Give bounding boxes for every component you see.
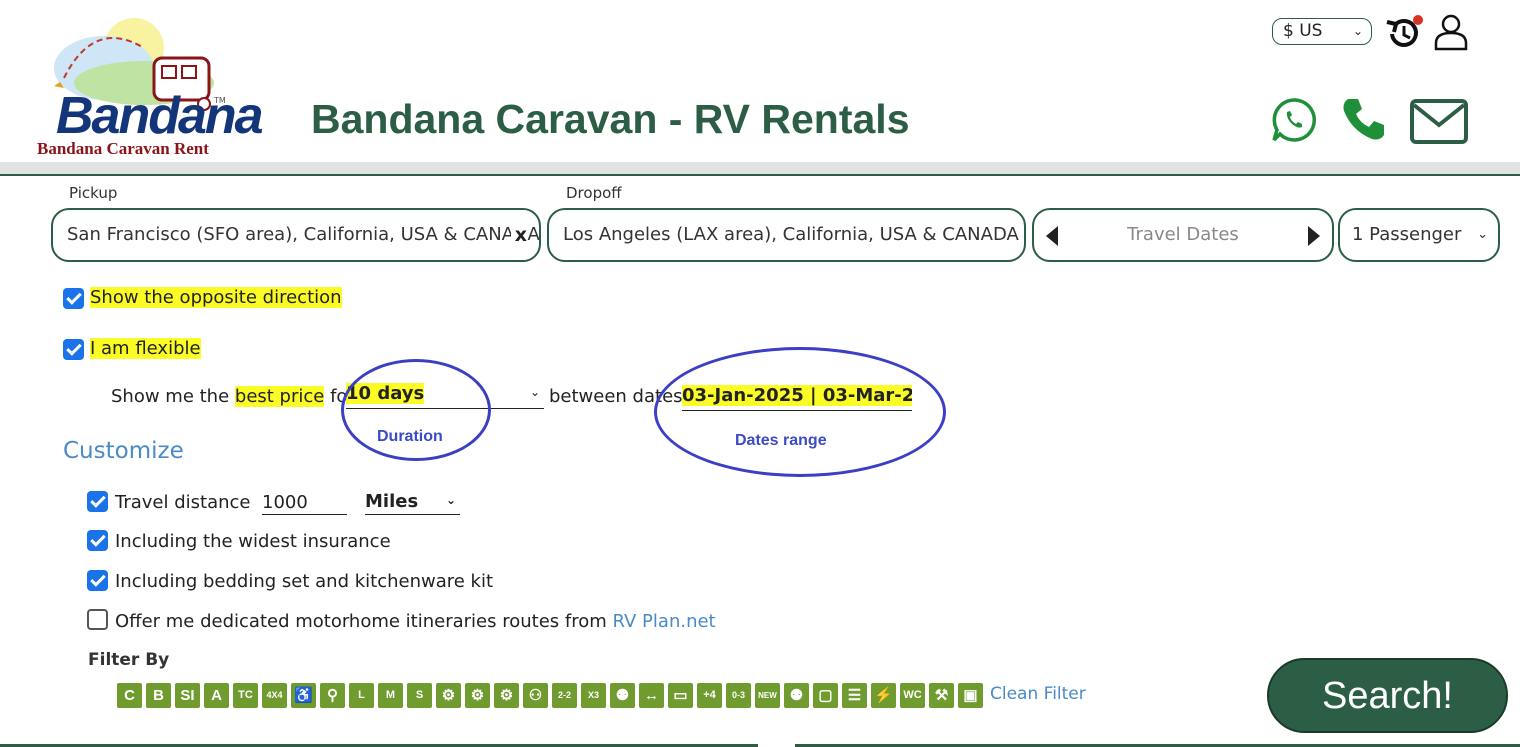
clean-filter-link[interactable]: Clean Filter — [990, 684, 1086, 704]
filter-chip[interactable]: ⚲ — [320, 683, 345, 708]
filter-chip[interactable]: 0-3 — [726, 683, 751, 708]
dates-annotation: Dates range — [735, 432, 827, 449]
filter-chip[interactable]: ↔ — [639, 683, 664, 708]
filter-chip[interactable]: TC — [233, 683, 258, 708]
phone-icon[interactable] — [1340, 95, 1388, 143]
filter-chip[interactable]: C — [117, 683, 142, 708]
travel-distance-label: Travel distance — [115, 492, 251, 513]
filter-chip[interactable]: A — [204, 683, 229, 708]
travel-dates-field[interactable]: Travel Dates — [1032, 208, 1334, 262]
bedding-kit-label: Including bedding set and kitchenware ki… — [115, 571, 494, 592]
opposite-direction-checkbox[interactable] — [63, 288, 84, 309]
currency-select[interactable]: $ US ⌄ — [1272, 18, 1372, 45]
chevron-down-icon: ⌄ — [1477, 227, 1488, 242]
best-price-highlight: best price — [234, 386, 325, 407]
header-accent-line — [0, 174, 1520, 176]
pickup-input[interactable]: San Francisco (SFO area), California, US… — [51, 208, 541, 262]
previous-date-icon[interactable] — [1046, 226, 1058, 246]
filter-chip[interactable]: ⚙ — [465, 683, 490, 708]
filter-chip[interactable]: SI — [175, 683, 200, 708]
best-price-sentence: Show me the best price for — [111, 386, 355, 407]
filter-chip[interactable]: 4X4 — [262, 683, 287, 708]
page-title: Bandana Caravan - RV Rentals — [311, 96, 910, 142]
itineraries-prefix: Offer me dedicated motorhome itineraries… — [115, 611, 613, 632]
dropoff-label: Dropoff — [566, 184, 622, 202]
filter-chip[interactable]: B — [146, 683, 171, 708]
header-divider — [0, 162, 1520, 174]
filter-chip[interactable]: ⚇ — [523, 683, 548, 708]
filter-chip[interactable]: +4 — [697, 683, 722, 708]
filter-chip[interactable]: NEW — [755, 683, 780, 708]
itineraries-checkbox[interactable] — [87, 609, 108, 630]
passengers-select[interactable]: 1 Passenger ⌄ — [1338, 208, 1500, 262]
next-date-icon[interactable] — [1308, 226, 1320, 246]
filter-chip-list: C B SI A TC 4X4 ♿ ⚲ L M S ⚙ ⚙ ⚙ ⚇ 2-2 X3… — [117, 683, 983, 708]
best-price-prefix: Show me the — [111, 386, 235, 407]
filter-chip[interactable]: ⚉ — [610, 683, 635, 708]
opposite-direction-label: Show the opposite direction — [90, 287, 342, 308]
currency-value: $ US — [1283, 21, 1323, 41]
travel-distance-value: 1000 — [262, 492, 308, 513]
dropoff-input[interactable]: Los Angeles (LAX area), California, USA … — [547, 208, 1026, 262]
search-button[interactable]: Search! — [1267, 658, 1508, 733]
distance-unit-value: Miles — [365, 491, 419, 512]
pickup-value: San Francisco (SFO area), California, US… — [67, 224, 540, 245]
logo-subtitle: Bandana Caravan Rent — [37, 139, 209, 158]
history-icon[interactable] — [1384, 14, 1424, 52]
chevron-down-icon: ⌄ — [529, 385, 540, 399]
bedding-kit-checkbox[interactable] — [87, 570, 108, 591]
pickup-label: Pickup — [69, 184, 118, 202]
filter-chip[interactable]: S — [407, 683, 432, 708]
filter-chip[interactable]: ⚉ — [784, 683, 809, 708]
itineraries-label: Offer me dedicated motorhome itineraries… — [115, 611, 716, 632]
chevron-down-icon: ⌄ — [445, 493, 456, 507]
logo-wordmark: Bandana — [56, 87, 264, 145]
mail-icon[interactable] — [1410, 99, 1468, 144]
distance-unit-select[interactable]: Miles ⌄ — [365, 491, 460, 515]
filter-chip[interactable]: WC — [900, 683, 925, 708]
travel-dates-placeholder: Travel Dates — [1127, 224, 1239, 245]
travel-distance-input[interactable]: 1000 — [262, 492, 347, 515]
filter-chip[interactable]: M — [378, 683, 403, 708]
filter-chip[interactable]: ⚙ — [436, 683, 461, 708]
filter-chip[interactable]: ▣ — [958, 683, 983, 708]
widest-insurance-checkbox[interactable] — [87, 530, 108, 551]
flexible-checkbox[interactable] — [63, 339, 84, 360]
filter-chip[interactable]: 2-2 — [552, 683, 577, 708]
filter-chip[interactable]: ♿ — [291, 683, 316, 708]
chevron-down-icon: ⌄ — [1352, 24, 1363, 38]
customize-heading[interactable]: Customize — [63, 438, 184, 464]
rv-plan-link[interactable]: RV Plan.net — [613, 611, 716, 632]
duration-annotation: Duration — [377, 428, 443, 445]
widest-insurance-label: Including the widest insurance — [115, 531, 391, 552]
filter-by-heading: Filter By — [88, 650, 170, 670]
clear-pickup-button[interactable]: x — [510, 210, 527, 260]
passengers-value: 1 Passenger — [1352, 224, 1462, 245]
filter-chip[interactable]: L — [349, 683, 374, 708]
brand-logo[interactable]: Bandana TM Bandana Caravan Rent — [34, 8, 264, 158]
filter-chip[interactable]: X3 — [581, 683, 606, 708]
travel-distance-checkbox[interactable] — [87, 491, 108, 512]
filter-chip[interactable]: ▭ — [668, 683, 693, 708]
flexible-label: I am flexible — [90, 338, 201, 359]
filter-chip[interactable]: ⚒ — [929, 683, 954, 708]
filter-chip[interactable]: ⚡ — [871, 683, 896, 708]
whatsapp-icon[interactable] — [1270, 96, 1318, 144]
filter-chip[interactable]: ⚙ — [494, 683, 519, 708]
filter-chip[interactable]: ▢ — [813, 683, 838, 708]
logo-trademark: TM — [214, 96, 226, 105]
dropoff-value: Los Angeles (LAX area), California, USA … — [563, 224, 1019, 245]
dates-annotation-circle — [654, 347, 946, 477]
filter-chip[interactable]: ☰ — [842, 683, 867, 708]
user-icon[interactable] — [1432, 13, 1470, 51]
